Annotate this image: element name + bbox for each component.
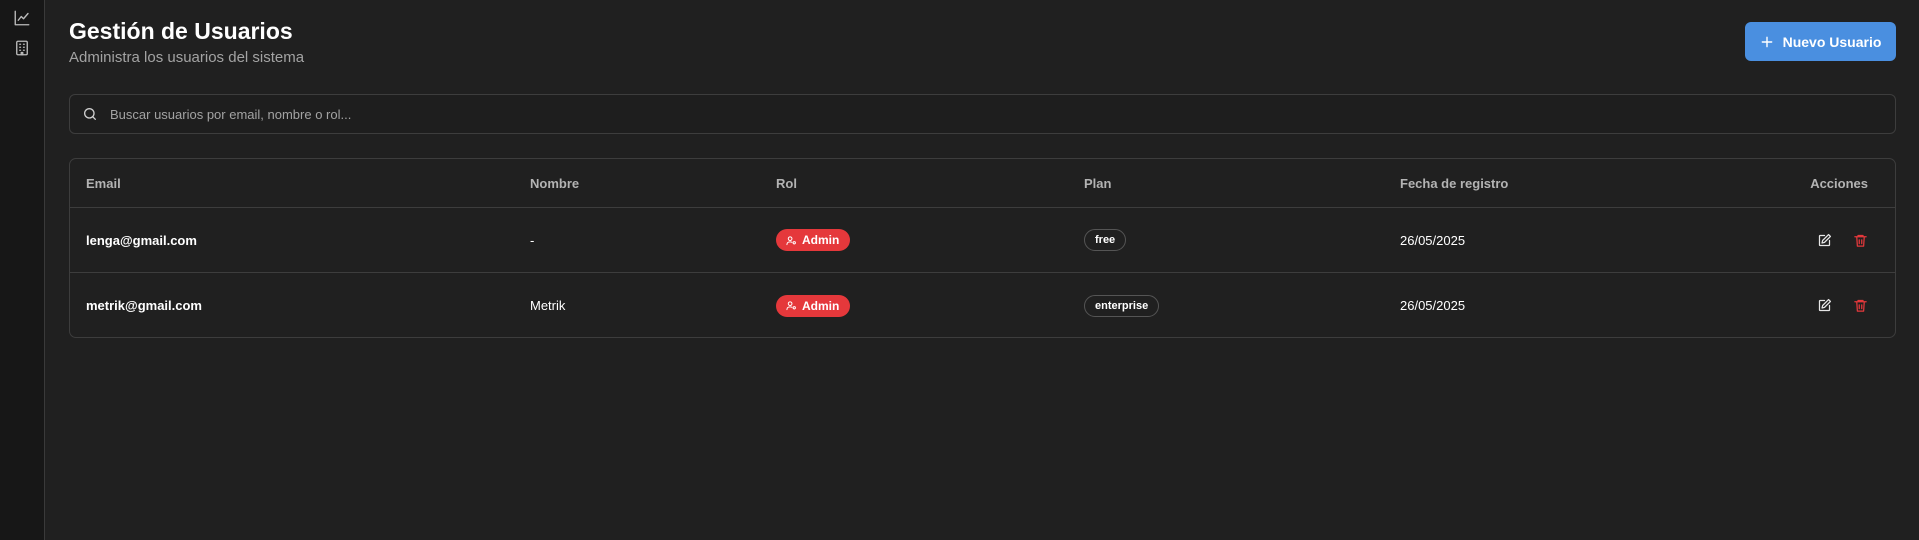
plus-icon [1761,36,1772,47]
sidebar [0,0,45,540]
column-header-role: Rol [776,175,797,191]
chart-line-icon[interactable] [12,8,32,28]
column-header-email: Email [86,175,121,191]
registration-date: 26/05/2025 [1400,298,1466,313]
edit-icon[interactable] [1816,232,1832,248]
trash-icon[interactable] [1852,232,1868,248]
user-cog-icon [786,235,796,245]
search-icon [82,106,98,127]
column-header-date: Fecha de registro [1400,175,1509,191]
role-badge: Admin [776,294,851,317]
user-email: metrik@gmail.com [86,298,202,313]
registration-date: 26/05/2025 [1400,232,1466,248]
user-name: - [530,232,535,248]
page-subtitle: Administra los usuarios del sistema [69,49,305,66]
user-name: Metrik [530,298,566,313]
page-title: Gestión de Usuarios [69,18,293,44]
role-cell: Admin [776,208,851,272]
building-icon[interactable] [12,38,32,58]
search-input[interactable] [110,95,1880,133]
role-cell: Admin [776,273,851,337]
user-cog-icon [786,301,796,311]
column-header-plan: Plan [1084,175,1112,191]
new-user-button-label: Nuevo Usuario [1782,33,1882,50]
table-header: Email Nombre Rol Plan Fecha de registro … [70,159,1895,208]
users-table: Email Nombre Rol Plan Fecha de registro … [69,158,1896,338]
role-badge-label: Admin [802,298,840,313]
new-user-button[interactable]: Nuevo Usuario [1745,22,1896,61]
plan-cell: enterprise [1084,273,1160,337]
edit-icon[interactable] [1816,298,1832,314]
plan-cell: free [1084,208,1127,272]
plan-badge: free [1084,229,1127,251]
user-email: lenga@gmail.com [86,232,197,248]
role-badge-label: Admin [802,233,840,247]
column-header-actions: Acciones [1810,175,1868,191]
actions-cell [1816,208,1868,272]
role-badge: Admin [776,229,851,251]
search-box [69,94,1896,134]
table-row: metrik@gmail.com Metrik Admin enterprise… [70,273,1895,337]
trash-icon[interactable] [1852,298,1868,314]
column-header-name: Nombre [530,175,580,191]
table-row: lenga@gmail.com - Admin free 26/05/2025 [70,208,1895,273]
plan-badge: enterprise [1084,294,1160,317]
actions-cell [1816,273,1868,337]
